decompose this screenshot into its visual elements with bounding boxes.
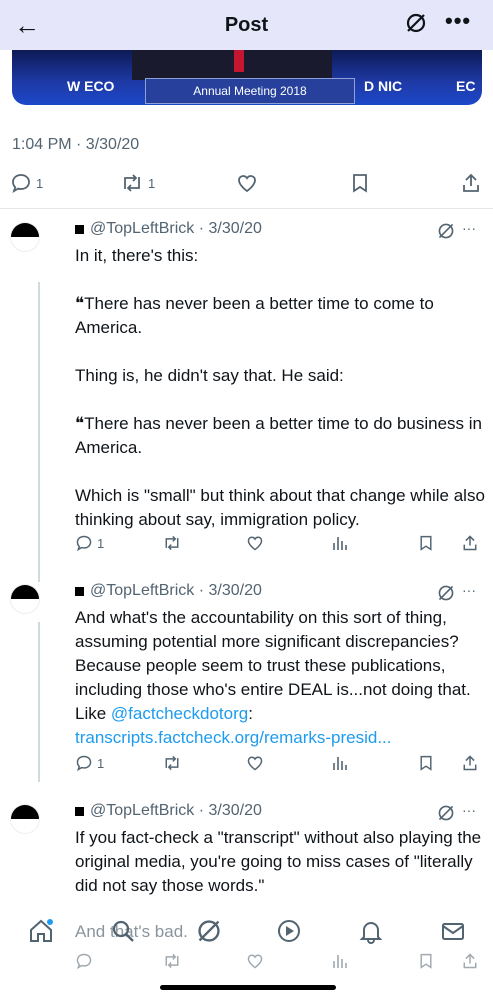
- heart-icon: [247, 756, 263, 771]
- views-icon: [333, 757, 347, 770]
- bookmark-button[interactable]: [418, 534, 434, 552]
- reply-handle[interactable]: @TopLeftBrick: [90, 582, 194, 600]
- home-icon[interactable]: [28, 918, 54, 949]
- more-icon[interactable]: •••: [445, 8, 471, 34]
- repost-icon: [165, 535, 179, 551]
- reply-button[interactable]: 1: [10, 172, 43, 194]
- like-button[interactable]: [236, 172, 258, 194]
- avatar-mini-icon: [75, 224, 84, 234]
- bell-icon[interactable]: [358, 918, 384, 949]
- reply-actions: 1: [0, 534, 493, 562]
- reply-button[interactable]: 1: [75, 754, 104, 772]
- reply-header: @TopLeftBrick · 3/30/20: [75, 220, 262, 238]
- home-indicator[interactable]: [160, 985, 336, 990]
- divider: [0, 208, 493, 209]
- url-link[interactable]: transcripts.factcheck.org/remarks-presid…: [75, 728, 391, 747]
- reply-date: 3/30/20: [208, 220, 262, 237]
- views-button[interactable]: [332, 754, 348, 772]
- heart-icon: [247, 536, 263, 551]
- grok-icon[interactable]: [437, 222, 455, 245]
- grok-icon[interactable]: [437, 804, 455, 827]
- share-button[interactable]: [461, 754, 479, 772]
- heart-icon: [238, 175, 256, 193]
- mail-icon[interactable]: [440, 918, 466, 949]
- play-icon[interactable]: [276, 918, 302, 949]
- bookmark-button[interactable]: [350, 172, 370, 194]
- views-icon: [333, 537, 347, 550]
- share-button[interactable]: [461, 534, 479, 552]
- podium-text: Annual Meeting 2018: [193, 84, 307, 98]
- reply-text: If you fact-check a "transcript" without…: [75, 828, 482, 895]
- reply-header: @TopLeftBrick · 3/30/20: [75, 582, 262, 600]
- share-icon: [463, 535, 477, 551]
- share-button[interactable]: [460, 172, 482, 194]
- like-button[interactable]: [246, 754, 264, 772]
- repost-icon: [162, 952, 182, 975]
- share-icon: [461, 952, 479, 975]
- post-actions: 1 1: [0, 172, 493, 200]
- reply-icon: [12, 174, 30, 193]
- bookmark-icon: [420, 755, 432, 771]
- speaker-figure: [132, 50, 332, 80]
- avatar[interactable]: [10, 222, 40, 252]
- repost-count: 1: [148, 175, 156, 191]
- reply-actions: 1: [0, 754, 493, 782]
- repost-icon: [124, 174, 140, 192]
- avatar[interactable]: [10, 584, 40, 614]
- podium-banner: Annual Meeting 2018: [145, 78, 355, 104]
- avatar[interactable]: [10, 804, 40, 834]
- repost-button[interactable]: [162, 534, 182, 552]
- share-icon: [463, 755, 477, 771]
- heart-icon: [246, 952, 264, 975]
- reply-count: 1: [97, 535, 105, 551]
- avatar-mini-icon: [75, 586, 84, 596]
- reply-button[interactable]: 1: [75, 534, 104, 552]
- like-button[interactable]: [246, 534, 264, 552]
- post-media-image[interactable]: W ECO Annual Meeting 2018 D NIC EC: [12, 50, 482, 105]
- reply-icon: [76, 535, 92, 552]
- views-icon: [332, 952, 348, 975]
- bookmark-icon: [353, 174, 367, 193]
- share-icon: [463, 173, 479, 192]
- reply-text: In it, there's this: ❝There has never be…: [75, 246, 485, 529]
- reply-actions-under-tabbar: [0, 952, 493, 976]
- reply-handle[interactable]: @TopLeftBrick: [90, 220, 194, 238]
- post-timestamp: 1:04 PM · 3/30/20: [12, 136, 140, 153]
- reply-date: 3/30/20: [208, 582, 262, 599]
- avatar-mini-icon: [75, 806, 84, 816]
- reply-count: 1: [36, 175, 44, 191]
- grok-icon[interactable]: [405, 12, 427, 39]
- more-icon[interactable]: ···: [462, 582, 476, 598]
- speaker-tie: [234, 50, 244, 72]
- views-button[interactable]: [332, 534, 348, 552]
- reply-handle[interactable]: @TopLeftBrick: [90, 802, 194, 820]
- bookmark-icon: [418, 952, 434, 975]
- bookmark-icon: [420, 535, 432, 551]
- reply-count: 1: [97, 755, 105, 771]
- more-icon[interactable]: ···: [462, 802, 476, 818]
- bookmark-button[interactable]: [418, 754, 434, 772]
- grok-icon[interactable]: [437, 584, 455, 607]
- arrow-left-icon[interactable]: ←: [14, 12, 40, 38]
- wef-logo-right: D NIC: [364, 78, 403, 94]
- repost-icon: [165, 755, 179, 771]
- page-title: Post: [224, 13, 269, 36]
- reply-date: 3/30/20: [208, 802, 262, 819]
- reply-text: And what's the accountability on this so…: [75, 608, 471, 747]
- mention-link[interactable]: @factcheckdotorg: [111, 704, 248, 723]
- reply-icon: [76, 755, 92, 772]
- top-bar: ← Post •••: [0, 0, 493, 50]
- grok-icon[interactable]: [196, 918, 222, 949]
- reply-icon: [75, 952, 93, 975]
- reply-header: @TopLeftBrick · 3/30/20: [75, 802, 262, 820]
- wef-logo-far-right: EC: [456, 78, 476, 94]
- repost-button[interactable]: 1: [120, 172, 155, 194]
- search-icon[interactable]: [110, 918, 136, 949]
- more-icon[interactable]: ···: [462, 220, 476, 236]
- wef-logo-left: W ECO: [67, 78, 115, 94]
- repost-button[interactable]: [162, 754, 182, 772]
